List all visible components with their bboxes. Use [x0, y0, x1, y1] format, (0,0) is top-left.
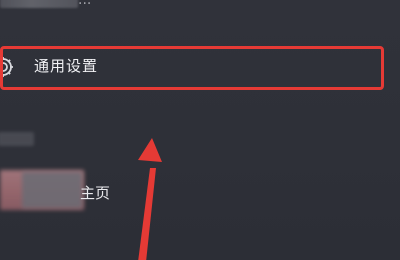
annotation-arrow	[138, 138, 162, 260]
menu-item-general-settings[interactable]: 通用设置	[0, 44, 388, 92]
menu-item-top-partial[interactable]: ...	[0, 0, 400, 12]
menu-item-top-label: ...	[78, 0, 92, 8]
menu-item-general-settings-label: 通用设置	[34, 57, 99, 75]
menu-item-homepage[interactable]: 主页	[0, 170, 400, 214]
section-header-blurred	[0, 132, 34, 146]
settings-menu-screen: ... 通用设置 主页	[0, 0, 400, 260]
blurred-text	[0, 0, 78, 8]
arrow-head	[138, 138, 162, 162]
name-blurred	[22, 172, 82, 208]
menu-item-homepage-label: 主页	[80, 184, 111, 202]
gear-icon	[0, 57, 13, 77]
